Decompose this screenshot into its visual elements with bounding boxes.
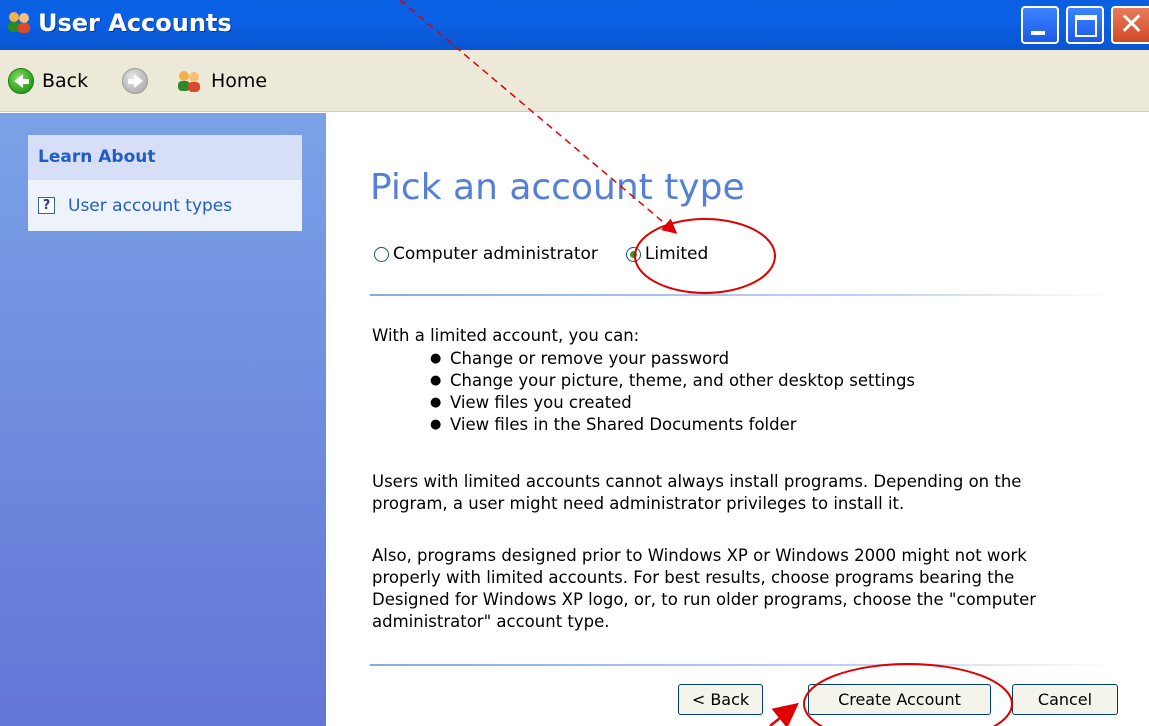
separator [370,294,1115,296]
list-item: Change or remove your password [430,348,915,370]
back-label: Back [42,70,89,92]
radio-limited[interactable] [625,246,641,262]
back-button[interactable]: Back [8,50,88,112]
users-home-icon [178,71,200,92]
forward-arrow-icon [122,68,148,94]
close-button[interactable]: ✕ [1111,6,1149,44]
maximize-icon [1075,15,1097,37]
cancel-button[interactable]: Cancel [1012,684,1118,715]
page-title: Pick an account type [370,167,745,208]
close-icon: ✕ [1119,7,1145,42]
back-wizard-button[interactable]: < Back [678,684,763,715]
learn-about-panel: Learn About ? User account types [28,135,302,231]
forward-button[interactable] [122,50,148,112]
help-icon: ? [38,197,55,214]
title-bar: User Accounts ✕ [0,0,1149,50]
home-button[interactable]: Home [175,50,267,112]
radio-label-limited[interactable]: Limited [645,244,708,264]
sidebar-item-user-account-types[interactable]: ? User account types [28,180,302,231]
toolbar: Back Home [0,50,1149,112]
minimize-icon [1031,31,1045,35]
maximize-button[interactable] [1066,6,1104,44]
home-label: Home [211,70,268,92]
account-type-options: Computer administrator Limited [374,244,708,264]
main-panel: Pick an account type Computer administra… [326,113,1149,726]
sidebar: Learn About ? User account types [0,113,326,726]
minimize-button[interactable] [1021,6,1059,44]
separator [370,664,1115,666]
window-title: User Accounts [38,9,232,37]
back-arrow-icon [8,68,34,94]
list-item: Change your picture, theme, and other de… [430,370,915,392]
create-account-button[interactable]: Create Account [808,684,991,715]
sidebar-item-label: User account types [68,195,233,216]
compatibility-note-text: Also, programs designed prior to Windows… [372,546,1037,631]
radio-computer-administrator[interactable] [374,246,389,262]
intro-text: With a limited account, you can: [372,326,640,345]
capabilities-list: Change or remove your password Change yo… [430,348,915,436]
learn-about-heading: Learn About [28,135,302,180]
list-item: View files in the Shared Documents folde… [430,414,915,436]
list-item: View files you created [430,392,915,414]
users-icon [8,12,30,33]
radio-label-computer-administrator[interactable]: Computer administrator [393,244,598,264]
install-note-text: Users with limited accounts cannot alway… [372,472,1022,513]
